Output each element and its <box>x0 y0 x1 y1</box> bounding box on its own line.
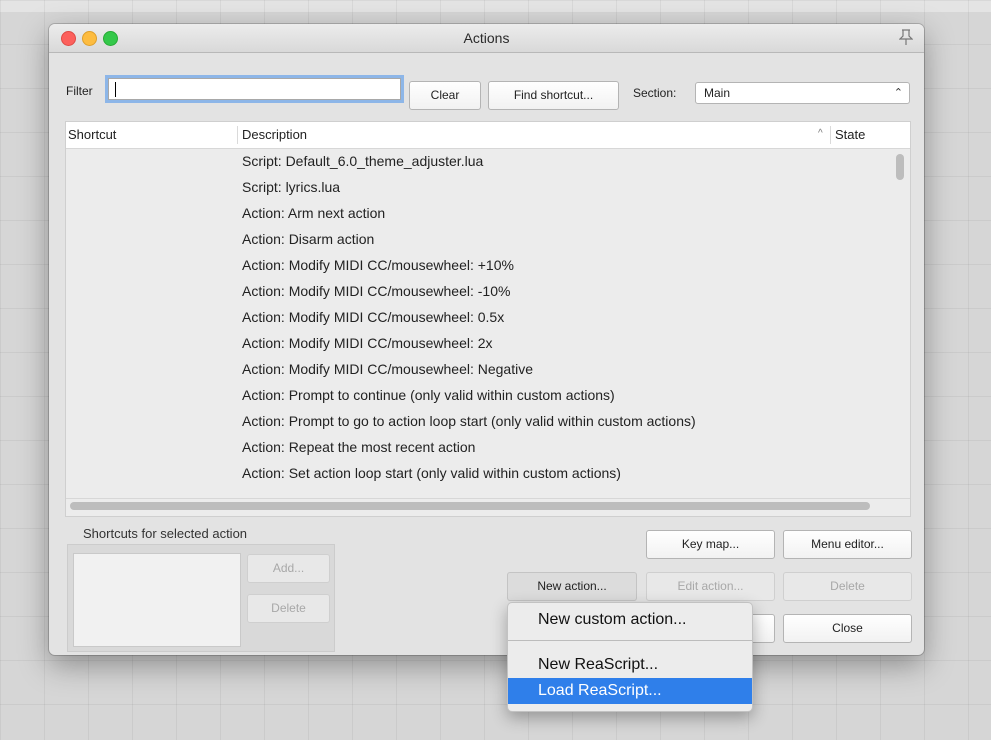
list-item[interactable]: Action: Modify MIDI CC/mousewheel: -10% <box>242 278 510 304</box>
menu-separator <box>508 640 752 641</box>
list-item[interactable]: Action: Arm next action <box>242 200 385 226</box>
horizontal-scrollbar[interactable] <box>70 502 870 510</box>
list-item[interactable]: Action: Set action loop start (only vali… <box>242 460 621 486</box>
section-select[interactable]: Main ⌃ <box>695 82 910 104</box>
horizontal-scroll-track[interactable] <box>66 498 910 513</box>
list-item[interactable]: Action: Modify MIDI CC/mousewheel: +10% <box>242 252 514 278</box>
column-header-shortcut[interactable]: Shortcut <box>68 127 116 142</box>
text-caret <box>115 82 116 97</box>
key-map-button[interactable]: Key map... <box>646 530 775 559</box>
menu-item-new-reascript[interactable]: New ReaScript... <box>508 652 752 678</box>
section-select-value: Main <box>704 86 731 100</box>
list-header: Shortcut Description ^ State <box>66 122 910 149</box>
edit-action-button[interactable]: Edit action... <box>646 572 775 601</box>
sort-ascending-icon: ^ <box>818 128 823 139</box>
list-item[interactable]: Script: Default_6.0_theme_adjuster.lua <box>242 148 483 174</box>
new-action-button[interactable]: New action... <box>507 572 637 601</box>
list-item[interactable]: Action: Modify MIDI CC/mousewheel: 2x <box>242 330 493 356</box>
section-label: Section: <box>633 86 677 100</box>
menu-item-load-reascript[interactable]: Load ReaScript... <box>508 678 752 704</box>
select-arrows-icon: ⌃ <box>893 87 903 99</box>
list-item[interactable]: Action: Prompt to go to action loop star… <box>242 408 696 434</box>
list-item[interactable]: Action: Modify MIDI CC/mousewheel: 0.5x <box>242 304 504 330</box>
delete-shortcut-button[interactable]: Delete <box>247 594 330 623</box>
find-shortcut-button[interactable]: Find shortcut... <box>488 81 619 110</box>
shortcuts-group-title: Shortcuts for selected action <box>83 526 248 541</box>
list-item[interactable]: Action: Repeat the most recent action <box>242 434 475 460</box>
title-bar[interactable]: Actions <box>49 24 924 53</box>
filter-input[interactable] <box>108 78 401 100</box>
list-item[interactable]: Action: Modify MIDI CC/mousewheel: Negat… <box>242 356 533 382</box>
column-divider[interactable] <box>830 126 831 144</box>
actions-list[interactable]: Shortcut Description ^ State Script: Def… <box>65 121 911 517</box>
list-item[interactable]: Action: Prompt to continue (only valid w… <box>242 382 615 408</box>
pin-icon-glyph <box>898 29 914 45</box>
menu-item-new-custom-action[interactable]: New custom action... <box>508 607 752 633</box>
vertical-scrollbar[interactable] <box>896 154 904 180</box>
column-header-description[interactable]: Description <box>242 127 307 142</box>
filter-label: Filter <box>66 84 93 98</box>
add-shortcut-button[interactable]: Add... <box>247 554 330 583</box>
close-button[interactable]: Close <box>783 614 912 643</box>
column-divider[interactable] <box>237 126 238 144</box>
list-item[interactable]: Action: Disarm action <box>242 226 374 252</box>
delete-action-button[interactable]: Delete <box>783 572 912 601</box>
clear-button[interactable]: Clear <box>409 81 481 110</box>
window-title: Actions <box>463 30 510 46</box>
pin-icon[interactable] <box>898 29 914 47</box>
actions-window: Actions Filter Clear Find shortcut... Se… <box>49 24 924 712</box>
new-action-menu: New custom action... New ReaScript... Lo… <box>507 602 753 712</box>
menu-editor-button[interactable]: Menu editor... <box>783 530 912 559</box>
column-header-state[interactable]: State <box>835 127 865 142</box>
list-item[interactable]: Script: lyrics.lua <box>242 174 340 200</box>
shortcuts-list[interactable] <box>73 553 241 647</box>
